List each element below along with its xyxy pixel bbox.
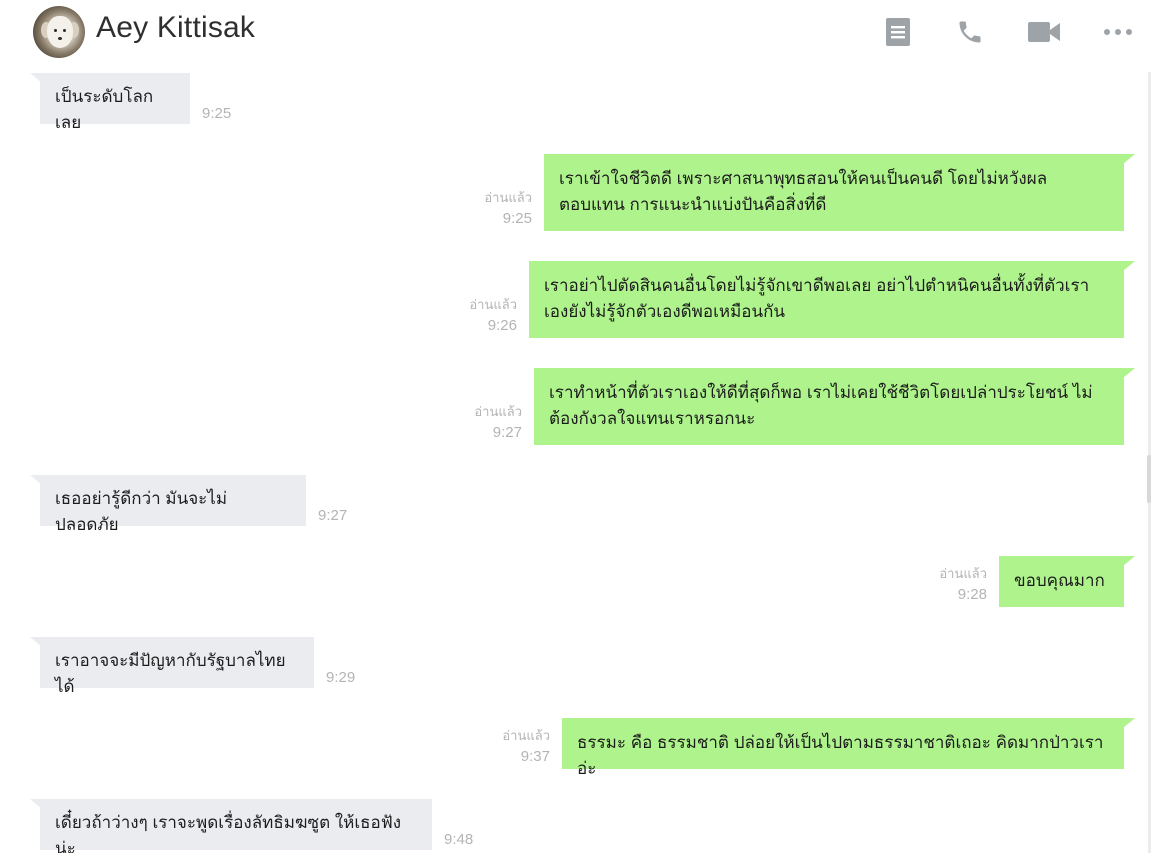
avatar-eye [54, 29, 57, 32]
message-time: 9:28 [957, 586, 987, 603]
incoming-message-bubble[interactable]: เธออย่ารู้ดีกว่า มันจะไม่ปลอดภัย [40, 475, 306, 534]
message-time: 9:25 [502, 210, 532, 227]
avatar-eye [63, 29, 66, 32]
incoming-message-bubble[interactable]: เดี๋ยวถ้าว่างๆ เราจะพูดเรื่องลัทธิมฆซูต … [40, 799, 432, 853]
more-icon[interactable] [1100, 14, 1136, 50]
avatar-face [47, 16, 73, 48]
message-text: ขอบคุณมาก [1014, 571, 1105, 590]
read-receipt: อ่านแล้ว [939, 566, 987, 581]
read-receipt: อ่านแล้ว [502, 728, 550, 743]
outgoing-message-bubble[interactable]: เราทำหน้าที่ตัวเราเองให้ดีที่สุดก็พอ เรา… [534, 368, 1135, 445]
message-text: เราอย่าไปตัดสินคนอื่นโดยไม่รู้จักเขาดีพอ… [544, 276, 1090, 321]
contact-name[interactable]: Aey Kittisak [96, 11, 255, 45]
message-time: 9:37 [520, 748, 550, 765]
outgoing-message-bubble[interactable]: ขอบคุณมาก [999, 556, 1135, 607]
read-receipt: อ่านแล้ว [474, 404, 522, 419]
message-time: 9:25 [202, 105, 232, 122]
phone-icon[interactable] [952, 14, 988, 50]
message-time: 9:27 [492, 424, 522, 441]
video-call-icon[interactable] [1026, 14, 1062, 50]
message-text: เป็นระดับโลกเลย [55, 87, 154, 132]
avatar-nose [58, 37, 62, 40]
message-time: 9:48 [444, 831, 474, 848]
incoming-message-bubble[interactable]: เราอาจจะมีปัญหากับรัฐบาลไทยได้ [40, 637, 314, 696]
message-time: 9:27 [318, 507, 348, 524]
message-meta: อ่านแล้ว 9:28 [915, 564, 987, 606]
incoming-message-bubble[interactable]: เป็นระดับโลกเลย [40, 73, 190, 132]
outgoing-message-bubble[interactable]: เราอย่าไปตัดสินคนอื่นโดยไม่รู้จักเขาดีพอ… [529, 261, 1135, 338]
message-time: 9:29 [326, 669, 356, 686]
avatar[interactable] [33, 6, 85, 58]
message-meta: อ่านแล้ว 9:37 [478, 726, 550, 768]
chat-window: Aey Kittisak เป็นระดับโลกเลย 9:25 อ่านแล… [0, 0, 1151, 853]
message-text: เราเข้าใจชีวิตดี เพราะศาสนาพุทธสอนให้คนเ… [559, 169, 1048, 214]
message-text: ธรรมะ คือ ธรรมชาติ ปล่อยให้เป็นไปตามธรรม… [577, 733, 1104, 778]
message-time: 9:26 [487, 317, 517, 334]
message-meta: อ่านแล้ว 9:26 [445, 295, 517, 337]
message-text: เดี๋ยวถ้าว่างๆ เราจะพูดเรื่องลัทธิมฆซูต … [55, 813, 402, 853]
message-meta: อ่านแล้ว 9:27 [450, 402, 522, 444]
read-receipt: อ่านแล้ว [469, 297, 517, 312]
chat-header: Aey Kittisak [0, 0, 1151, 64]
message-text: เราอาจจะมีปัญหากับรัฐบาลไทยได้ [55, 651, 286, 696]
message-text: เราทำหน้าที่ตัวเราเองให้ดีที่สุดก็พอ เรา… [549, 383, 1093, 428]
outgoing-message-bubble[interactable]: เราเข้าใจชีวิตดี เพราะศาสนาพุทธสอนให้คนเ… [544, 154, 1135, 231]
outgoing-message-bubble[interactable]: ธรรมะ คือ ธรรมชาติ ปล่อยให้เป็นไปตามธรรม… [562, 718, 1135, 778]
notes-icon[interactable] [880, 14, 916, 50]
read-receipt: อ่านแล้ว [484, 190, 532, 205]
message-meta: อ่านแล้ว 9:25 [460, 188, 532, 230]
scrollbar-thumb[interactable] [1147, 455, 1151, 503]
message-text: เธออย่ารู้ดีกว่า มันจะไม่ปลอดภัย [55, 489, 228, 534]
